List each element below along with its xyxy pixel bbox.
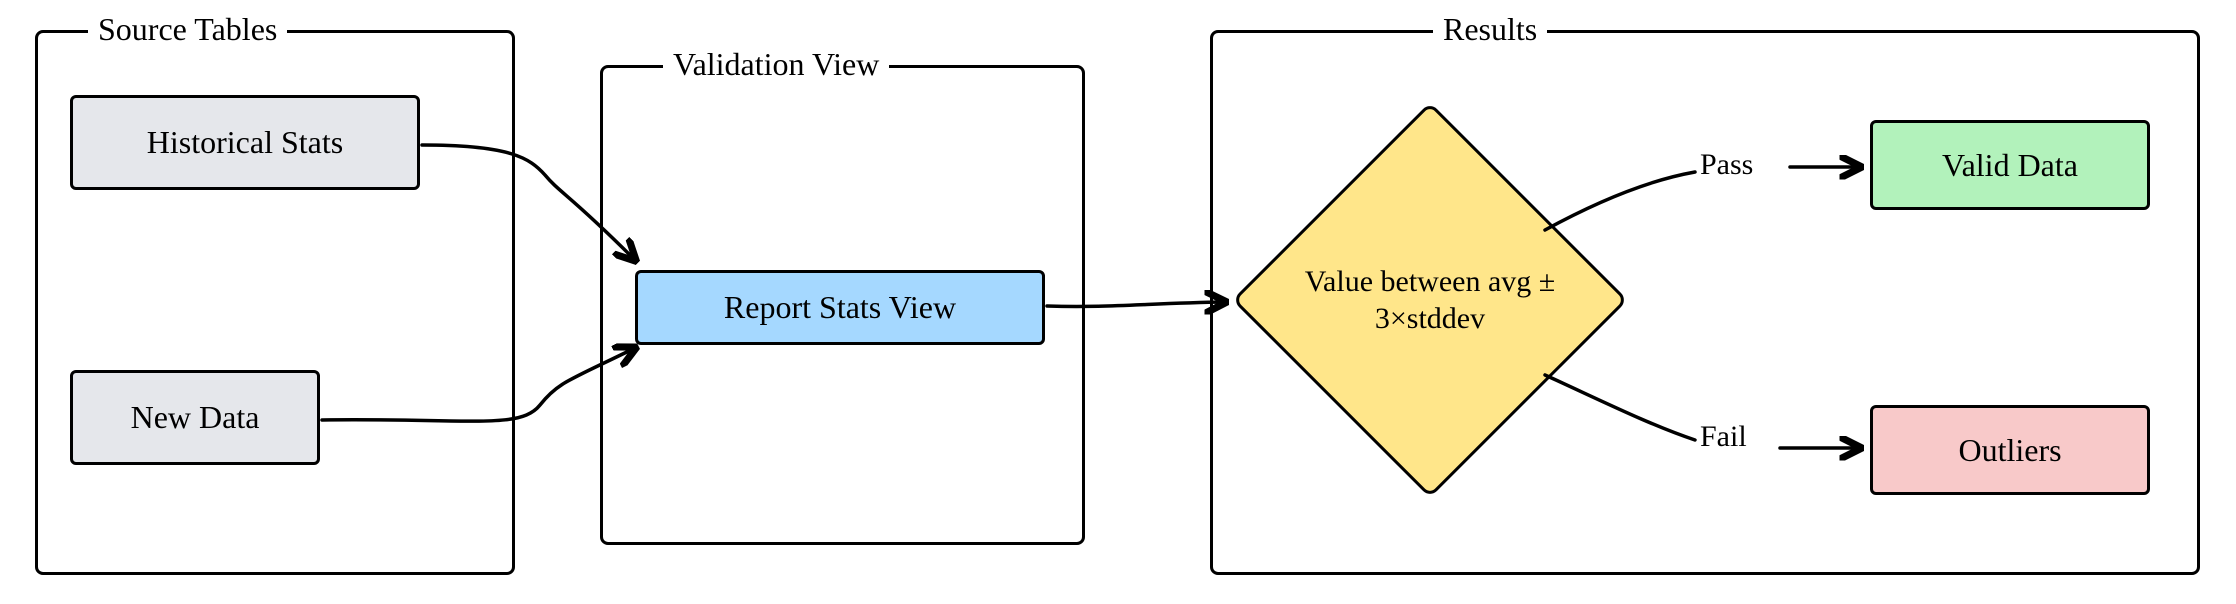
- node-label: Valid Data: [1942, 147, 2078, 184]
- node-outliers: Outliers: [1870, 405, 2150, 495]
- diagram-canvas: Source Tables Historical Stats New Data …: [0, 0, 2236, 604]
- group-label-results: Results: [1433, 11, 1547, 48]
- node-label: New Data: [131, 399, 260, 436]
- node-historical-stats: Historical Stats: [70, 95, 420, 190]
- node-valid-data: Valid Data: [1870, 120, 2150, 210]
- edge-label-pass: Pass: [1700, 148, 1753, 182]
- edge-label-fail: Fail: [1700, 420, 1747, 454]
- node-label: Historical Stats: [147, 124, 343, 161]
- node-label: Report Stats View: [724, 289, 956, 326]
- node-report-stats-view: Report Stats View: [635, 270, 1045, 345]
- decision-text: Value between avg ± 3×stddev: [1250, 120, 1610, 480]
- group-label-validation: Validation View: [663, 46, 889, 83]
- node-new-data: New Data: [70, 370, 320, 465]
- group-label-source: Source Tables: [88, 11, 287, 48]
- node-label: Outliers: [1958, 432, 2061, 469]
